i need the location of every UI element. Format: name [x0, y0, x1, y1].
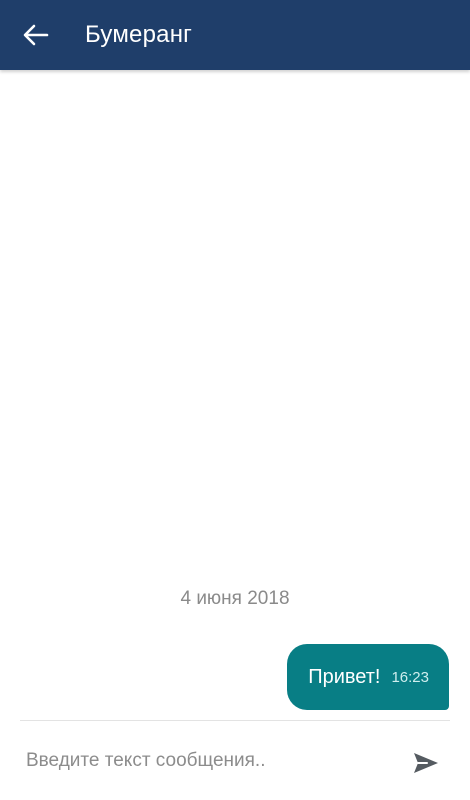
message-text: Привет!	[308, 665, 381, 688]
arrow-left-icon	[23, 24, 49, 46]
message-composer	[0, 721, 470, 800]
message-bubble-outgoing[interactable]: Привет! 16:23	[287, 644, 449, 710]
send-icon	[414, 753, 438, 773]
back-button[interactable]	[18, 17, 54, 53]
send-button[interactable]	[406, 745, 446, 781]
date-separator: 4 июня 2018	[180, 588, 290, 609]
message-time: 16:23	[391, 668, 429, 686]
chat-screen: Бумеранг 4 июня 2018 Привет! 16:23	[0, 0, 470, 800]
message-input[interactable]	[26, 743, 386, 779]
app-bar: Бумеранг	[0, 0, 470, 70]
message-list[interactable]: 4 июня 2018 Привет! 16:23	[0, 72, 470, 720]
page-title: Бумеранг	[85, 21, 193, 48]
